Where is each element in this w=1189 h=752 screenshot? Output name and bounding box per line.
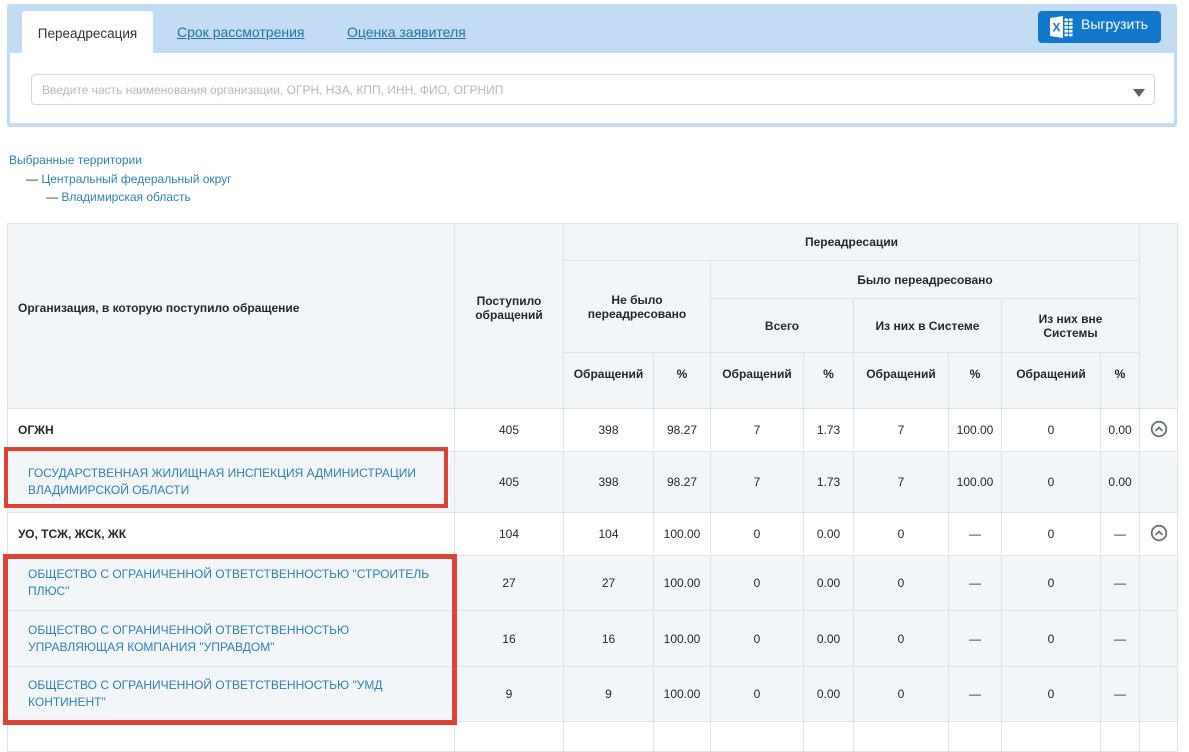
svg-text:X: X <box>1052 21 1060 35</box>
